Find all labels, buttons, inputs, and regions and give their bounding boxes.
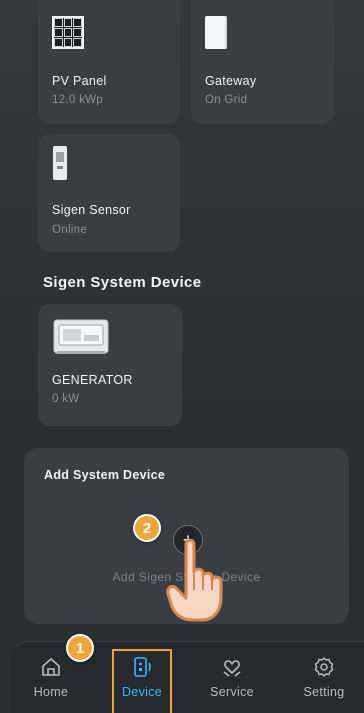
device-name: PV Panel xyxy=(52,74,107,88)
device-card-gateway[interactable]: Gateway On Grid xyxy=(191,0,334,124)
tab-label: Service xyxy=(210,685,254,699)
sensor-icon xyxy=(53,146,67,180)
gateway-icon xyxy=(205,16,227,49)
device-name: Sigen Sensor xyxy=(52,203,131,217)
generator-icon xyxy=(53,318,109,356)
tab-label: Setting xyxy=(303,685,345,699)
device-card-generator[interactable]: GENERATOR 0 kW xyxy=(38,304,182,426)
pointing-hand-icon xyxy=(166,538,228,622)
device-status: 0 kW xyxy=(52,393,80,405)
device-card-sigen-sensor[interactable]: Sigen Sensor Online xyxy=(38,134,180,252)
device-name: Gateway xyxy=(205,74,257,88)
pv-panel-icon xyxy=(52,16,84,49)
device-card-pv-panel[interactable]: PV Panel 12.0 kWp xyxy=(38,0,180,124)
service-icon xyxy=(223,660,241,677)
device-status: On Grid xyxy=(205,94,248,106)
tab-label: Home xyxy=(33,685,69,699)
gear-icon xyxy=(314,657,334,677)
section-title: Sigen System Device xyxy=(43,274,202,291)
add-card-title: Add System Device xyxy=(44,468,166,482)
step-badge-1: 1 xyxy=(66,634,94,662)
tab-setting[interactable]: Setting xyxy=(292,642,356,713)
step-badge-2: 2 xyxy=(133,514,161,542)
bottom-tab-bar: Home Device Service Setting xyxy=(10,641,364,713)
device-tab-highlight xyxy=(112,649,172,713)
device-screen: PV Panel 12.0 kWp Gateway On Grid Sigen … xyxy=(0,0,364,713)
device-status: 12.0 kWp xyxy=(52,94,103,106)
home-icon xyxy=(42,658,60,676)
tab-service[interactable]: Service xyxy=(202,642,262,713)
device-status: Online xyxy=(52,224,88,236)
device-name: GENERATOR xyxy=(52,373,133,387)
